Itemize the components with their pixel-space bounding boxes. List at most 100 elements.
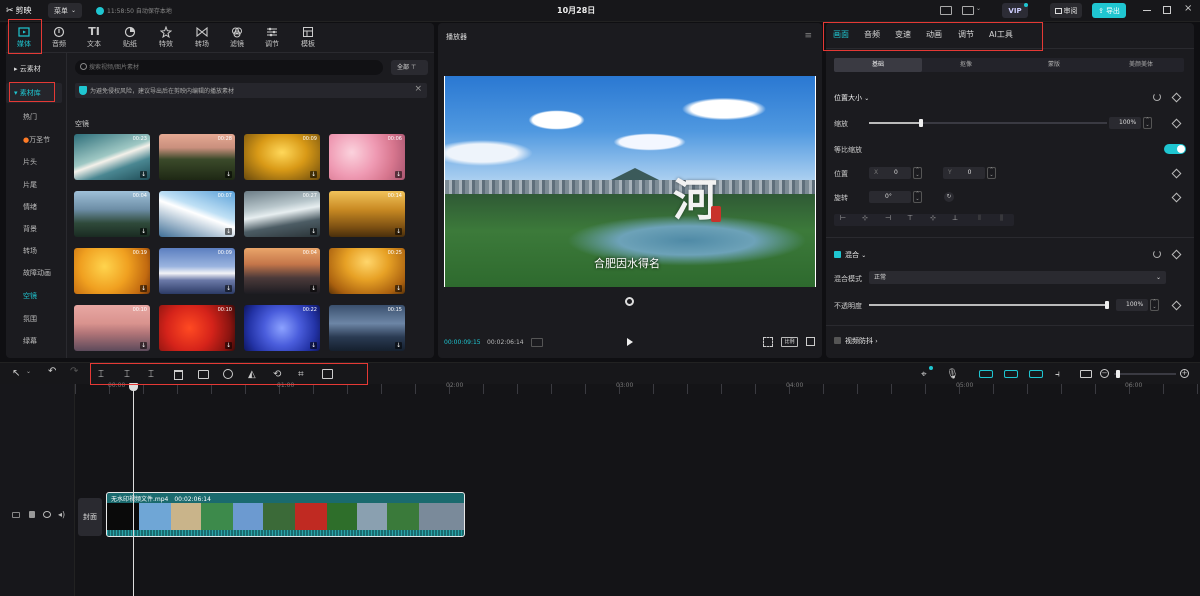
scale-slider-knob[interactable] bbox=[919, 119, 924, 127]
export-button[interactable]: ⇪ 导出 bbox=[1092, 3, 1126, 18]
cover-button[interactable]: 封面 bbox=[78, 498, 102, 536]
uniform-scale-toggle[interactable] bbox=[1164, 144, 1186, 154]
align-center-h-icon[interactable]: ⊹ bbox=[862, 214, 868, 222]
rotate-direction-icon[interactable]: ↻ bbox=[944, 192, 954, 202]
split-right-icon[interactable]: ⌶ bbox=[148, 369, 160, 380]
rotate-stepper[interactable]: ⌃ ⌄ bbox=[913, 191, 922, 203]
caption-icon[interactable] bbox=[1080, 370, 1092, 378]
tab-picture[interactable]: 画面 bbox=[833, 23, 849, 47]
download-icon[interactable]: ↓ bbox=[310, 342, 317, 349]
search-box[interactable] bbox=[75, 60, 383, 75]
position-y-field[interactable]: Y 0 bbox=[943, 167, 985, 179]
download-icon[interactable]: ↓ bbox=[140, 342, 147, 349]
split-icon[interactable]: ⌶ bbox=[98, 369, 110, 380]
align-bottom-icon[interactable]: ⊥ bbox=[952, 214, 958, 222]
asset-thumbnail[interactable]: 00:07 ↓ bbox=[159, 191, 235, 237]
asset-thumbnail[interactable]: 00:10 ↓ bbox=[159, 305, 235, 351]
track-visible-icon[interactable] bbox=[43, 511, 51, 518]
track-audio-icon[interactable]: ◂) bbox=[58, 510, 65, 519]
keyframe-icon[interactable] bbox=[1171, 192, 1182, 203]
cursor-select-icon[interactable]: ↖ bbox=[12, 368, 20, 379]
category-hot[interactable]: 热门 bbox=[6, 107, 62, 127]
layout-icon[interactable] bbox=[962, 6, 974, 15]
category-transition[interactable]: 转场 bbox=[6, 241, 62, 261]
asset-thumbnail[interactable]: 00:25 ↓ bbox=[329, 248, 405, 294]
scale-value-field[interactable]: 100% bbox=[1109, 117, 1141, 129]
download-icon[interactable]: ↓ bbox=[225, 285, 232, 292]
tab-speed[interactable]: 变速 bbox=[895, 23, 911, 47]
tab-media[interactable]: 媒体 bbox=[6, 23, 42, 51]
auto-snap-icon[interactable] bbox=[1004, 370, 1018, 378]
tab-inspector-audio[interactable]: 音频 bbox=[864, 23, 880, 47]
maximize-icon[interactable] bbox=[1163, 6, 1171, 14]
download-icon[interactable]: ↓ bbox=[140, 285, 147, 292]
distribute-h-icon[interactable]: ⫴ bbox=[978, 214, 981, 223]
position-y-stepper[interactable]: ⌃ ⌄ bbox=[987, 167, 996, 179]
expand-icon[interactable] bbox=[806, 337, 815, 346]
asset-thumbnail[interactable]: 00:04 ↓ bbox=[244, 248, 320, 294]
category-mood[interactable]: 情绪 bbox=[6, 197, 62, 217]
category-intro[interactable]: 片头 bbox=[6, 152, 62, 172]
rotate-icon[interactable]: ⟲ bbox=[273, 369, 285, 380]
preview-axis-icon[interactable]: ⫞ bbox=[1055, 369, 1067, 380]
rotate-field[interactable]: 0° bbox=[869, 191, 911, 203]
keyframe-icon[interactable] bbox=[1171, 249, 1182, 260]
reset-icon[interactable] bbox=[625, 297, 634, 306]
category-greenscreen[interactable]: 绿幕 bbox=[6, 331, 62, 351]
subtab-basic[interactable]: 基础 bbox=[834, 58, 922, 72]
zoom-slider-knob[interactable] bbox=[1116, 370, 1120, 378]
category-outro[interactable]: 片尾 bbox=[6, 175, 62, 195]
opacity-value-field[interactable]: 100% bbox=[1116, 299, 1148, 311]
playhead[interactable] bbox=[133, 384, 134, 596]
stabilize-checkbox[interactable] bbox=[834, 337, 841, 344]
category-background[interactable]: 背景 bbox=[6, 219, 62, 239]
asset-thumbnail[interactable]: 00:14 ↓ bbox=[329, 191, 405, 237]
tab-effects[interactable]: 特效 bbox=[148, 23, 184, 51]
keyframe-icon[interactable] bbox=[1171, 92, 1182, 103]
player-menu-icon[interactable]: ≡ bbox=[804, 31, 812, 41]
download-icon[interactable]: ↓ bbox=[225, 228, 232, 235]
play-button[interactable] bbox=[627, 338, 633, 346]
position-x-stepper[interactable]: ⌃ ⌄ bbox=[913, 167, 922, 179]
keyframe-icon[interactable] bbox=[1171, 118, 1182, 129]
keyboard-icon[interactable] bbox=[940, 6, 952, 15]
download-icon[interactable]: ↓ bbox=[310, 171, 317, 178]
download-icon[interactable]: ↓ bbox=[395, 342, 402, 349]
tab-transition[interactable]: 转场 bbox=[184, 23, 220, 51]
main-track-magnet-icon[interactable] bbox=[979, 370, 993, 378]
asset-thumbnail[interactable]: 00:10 ↓ bbox=[74, 305, 150, 351]
category-glitch[interactable]: 故障动画 bbox=[6, 263, 62, 283]
tab-ai-tools[interactable]: AI工具 bbox=[989, 23, 1013, 47]
category-empty-shot[interactable]: 空镜 bbox=[6, 286, 62, 306]
minimize-icon[interactable] bbox=[1143, 10, 1151, 11]
zoom-out-icon[interactable]: − bbox=[1100, 369, 1109, 378]
keyframe-icon[interactable] bbox=[1171, 300, 1182, 311]
asset-thumbnail[interactable]: 00:06 ↓ bbox=[329, 134, 405, 180]
playhead-handle[interactable] bbox=[129, 383, 138, 391]
tab-template[interactable]: 模板 bbox=[290, 23, 326, 51]
mirror-icon[interactable]: ◭ bbox=[248, 369, 260, 380]
download-icon[interactable]: ↓ bbox=[140, 228, 147, 235]
download-icon[interactable]: ↓ bbox=[225, 342, 232, 349]
align-center-v-icon[interactable]: ⊹ bbox=[930, 214, 936, 222]
chevron-down-icon[interactable]: ⌄ bbox=[976, 5, 981, 12]
asset-library-item[interactable]: ▾ 素材库 bbox=[6, 83, 62, 103]
download-icon[interactable]: ↓ bbox=[310, 228, 317, 235]
delete-icon[interactable] bbox=[174, 370, 183, 380]
filter-button[interactable]: 全部 ⊤ bbox=[391, 60, 428, 75]
download-icon[interactable]: ↓ bbox=[395, 171, 402, 178]
video-preview[interactable]: 河 合肥因水得名 bbox=[444, 76, 816, 287]
download-icon[interactable]: ↓ bbox=[140, 171, 147, 178]
opacity-slider[interactable] bbox=[869, 301, 1109, 309]
linkage-icon[interactable] bbox=[1029, 370, 1043, 378]
category-halloween[interactable]: ●万圣节 bbox=[6, 130, 62, 150]
crop-icon[interactable]: ⌗ bbox=[298, 369, 310, 380]
blend-checkbox[interactable] bbox=[834, 251, 841, 258]
opacity-stepper[interactable]: ⌃ ⌄ bbox=[1150, 299, 1159, 311]
tab-animation[interactable]: 动画 bbox=[926, 23, 942, 47]
position-x-field[interactable]: X 0 bbox=[869, 167, 911, 179]
section-position-size[interactable]: 位置大小 ⌄ bbox=[834, 93, 869, 103]
category-atmosphere[interactable]: 氛围 bbox=[6, 309, 62, 329]
asset-thumbnail[interactable]: 00:23 ↓ bbox=[74, 134, 150, 180]
cloud-assets-item[interactable]: ▸ 云素材 bbox=[6, 59, 62, 79]
